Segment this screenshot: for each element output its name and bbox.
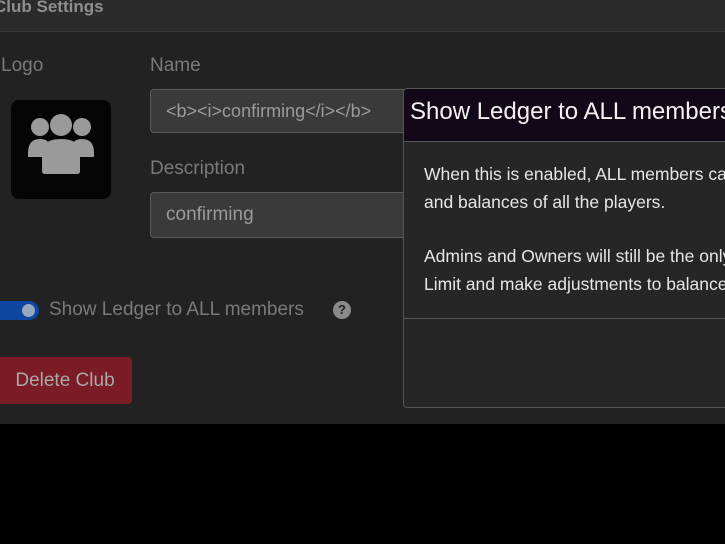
logo-label: Logo: [1, 55, 44, 76]
modal-body-line: Limit and make adjustments to balances.: [424, 273, 725, 294]
modal-title: Show Ledger to ALL members: [410, 98, 725, 125]
modal-body: When this is enabled, ALL members can se…: [424, 161, 725, 298]
users-group-icon: [28, 114, 94, 174]
modal-body-line: When this is enabled, ALL members can se…: [424, 164, 725, 184]
toggle-knob: [22, 304, 35, 317]
show-ledger-label: Show Ledger to ALL members: [49, 299, 304, 320]
modal-body-line: and balances of all the players.: [424, 191, 666, 212]
delete-club-button[interactable]: Delete Club: [0, 357, 132, 404]
show-ledger-info-modal: Show Ledger to ALL members When this is …: [403, 88, 725, 408]
modal-footer-divider: [404, 318, 725, 319]
show-ledger-toggle[interactable]: [0, 301, 39, 320]
club-logo[interactable]: [11, 100, 111, 199]
panel-header: Club Settings: [0, 0, 725, 32]
modal-body-line: Admins and Owners will still be the only…: [424, 246, 725, 266]
page-title: Club Settings: [0, 0, 104, 16]
name-label: Name: [150, 55, 201, 76]
description-label: Description: [150, 158, 246, 179]
modal-header: Show Ledger to ALL members: [404, 89, 725, 142]
question-circle-icon[interactable]: ?: [333, 301, 351, 319]
